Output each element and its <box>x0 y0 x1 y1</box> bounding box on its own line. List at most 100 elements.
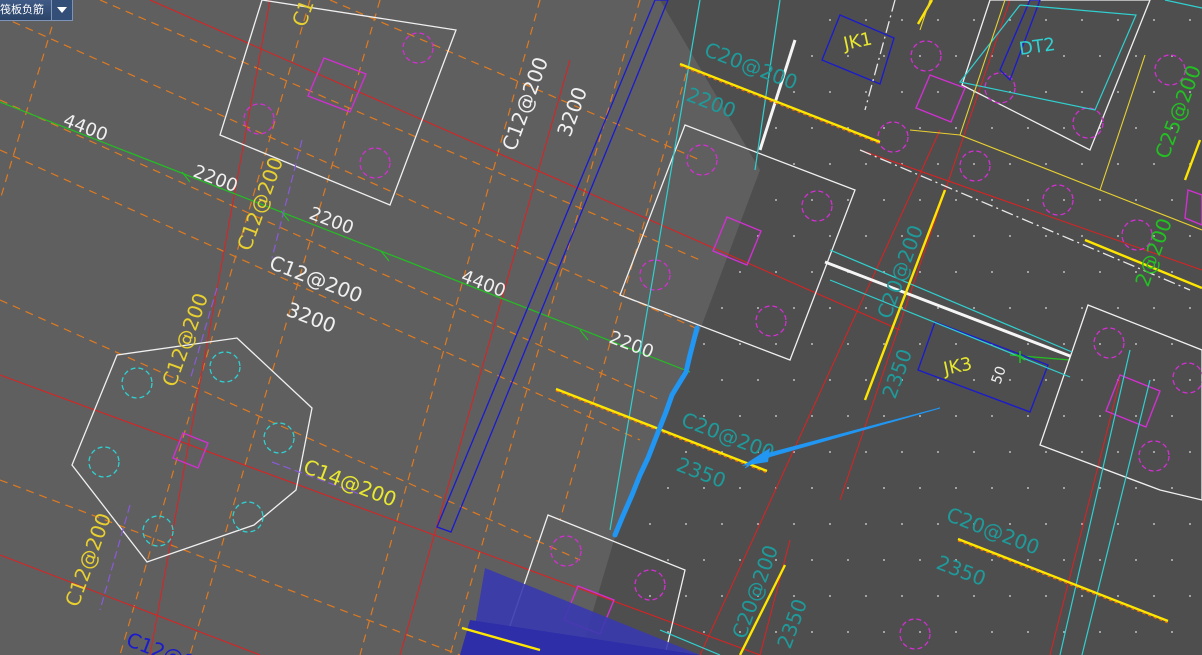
slab-dot <box>901 451 903 453</box>
slab-dot <box>775 271 777 273</box>
slab-dot <box>757 379 759 381</box>
slab-dot <box>811 199 813 201</box>
rebar-type-dropdown-label[interactable]: 筏板负筋 <box>0 0 51 20</box>
slab-dot <box>1099 55 1101 57</box>
slab-dot <box>1153 19 1155 21</box>
slab-dot <box>955 271 957 273</box>
slab-dot <box>721 307 723 309</box>
slab-dot <box>991 487 993 489</box>
slab-dot <box>775 415 777 417</box>
slab-dot <box>883 199 885 201</box>
rebar-label-c14: C14@200 <box>300 454 400 511</box>
slab-dot <box>1099 271 1101 273</box>
slab-dot <box>973 307 975 309</box>
slab-dot <box>685 523 687 525</box>
slab-dot <box>1081 235 1083 237</box>
rebar-label-c12-mid-length: 3200 <box>283 297 339 338</box>
slab-dot <box>667 559 669 561</box>
slab-dot <box>919 199 921 201</box>
slab-dot <box>883 55 885 57</box>
slab-dot <box>1081 379 1083 381</box>
slab-dot <box>955 55 957 57</box>
slab-dot <box>883 559 885 561</box>
slab-dot <box>865 307 867 309</box>
slab-dot <box>703 631 705 633</box>
slab-dot <box>883 487 885 489</box>
slab-dot <box>1063 559 1065 561</box>
slab-dot <box>901 595 903 597</box>
slab-dot <box>883 343 885 345</box>
slab-dot <box>1081 19 1083 21</box>
slab-dot <box>1045 595 1047 597</box>
drawing-viewport[interactable]: 4400 2200 2200 4400 2200 C12@200 3200 C1… <box>0 0 1202 655</box>
slab-dot <box>811 415 813 417</box>
slab-dot <box>1063 487 1065 489</box>
dimension-label-2200-b: 2200 <box>306 203 356 239</box>
slab-dot <box>847 55 849 57</box>
slab-dot <box>775 343 777 345</box>
slab-dot <box>847 559 849 561</box>
slab-dot <box>955 343 957 345</box>
slab-dot <box>1027 343 1029 345</box>
slab-dot <box>829 91 831 93</box>
slab-dot <box>991 631 993 633</box>
slab-dot <box>1009 595 1011 597</box>
slab-dot <box>1063 343 1065 345</box>
slab-dot <box>847 199 849 201</box>
slab-dot <box>973 379 975 381</box>
chevron-down-icon[interactable] <box>51 0 72 20</box>
slab-dot <box>1135 55 1137 57</box>
slab-dot <box>937 523 939 525</box>
slab-dot <box>1135 559 1137 561</box>
slab-dot <box>1117 91 1119 93</box>
slab-dot <box>1117 235 1119 237</box>
dimension-label-2200-c: 2200 <box>606 327 656 363</box>
slab-dot <box>1045 235 1047 237</box>
slab-dot <box>739 559 741 561</box>
slab-dot <box>1171 343 1173 345</box>
slab-dot <box>1135 631 1137 633</box>
slab-dot <box>1009 451 1011 453</box>
slab-dot <box>811 559 813 561</box>
slab-dot <box>919 55 921 57</box>
slab-dot <box>865 523 867 525</box>
slab-dot <box>721 523 723 525</box>
slab-dot <box>919 343 921 345</box>
slab-dot <box>883 631 885 633</box>
slab-dot <box>937 91 939 93</box>
slab-dot <box>757 307 759 309</box>
slab-dot <box>1135 415 1137 417</box>
slab-dot <box>937 451 939 453</box>
slab-dot <box>1153 523 1155 525</box>
slab-dot <box>1117 19 1119 21</box>
slab-dot <box>1063 55 1065 57</box>
cad-canvas[interactable]: 筏板负筋 4400 2200 2200 4400 2200 C12@200 32… <box>0 0 1202 655</box>
slab-dot <box>865 91 867 93</box>
slab-dot <box>865 595 867 597</box>
slab-dot <box>1135 487 1137 489</box>
slab-dot <box>1009 163 1011 165</box>
slab-dot <box>1135 127 1137 129</box>
slab-dot <box>1099 415 1101 417</box>
slab-dot <box>685 595 687 597</box>
slab-dot <box>1063 127 1065 129</box>
slab-dot <box>1153 451 1155 453</box>
slab-dot <box>1063 271 1065 273</box>
slab-dot <box>865 235 867 237</box>
slab-dot <box>1045 91 1047 93</box>
slab-dot <box>919 127 921 129</box>
slab-dot <box>1081 91 1083 93</box>
slab-dot <box>919 487 921 489</box>
slab-dot <box>1027 199 1029 201</box>
slab-dot <box>829 451 831 453</box>
slab-dot <box>1027 487 1029 489</box>
slab-dot <box>991 127 993 129</box>
slab-dot <box>1189 307 1191 309</box>
slab-dot <box>1081 163 1083 165</box>
slab-dot <box>1117 451 1119 453</box>
slab-dot <box>793 163 795 165</box>
slab-dot <box>721 379 723 381</box>
slab-dot <box>1027 271 1029 273</box>
slab-dot <box>1171 271 1173 273</box>
rebar-label-c12-top: C12@200 <box>497 54 553 154</box>
